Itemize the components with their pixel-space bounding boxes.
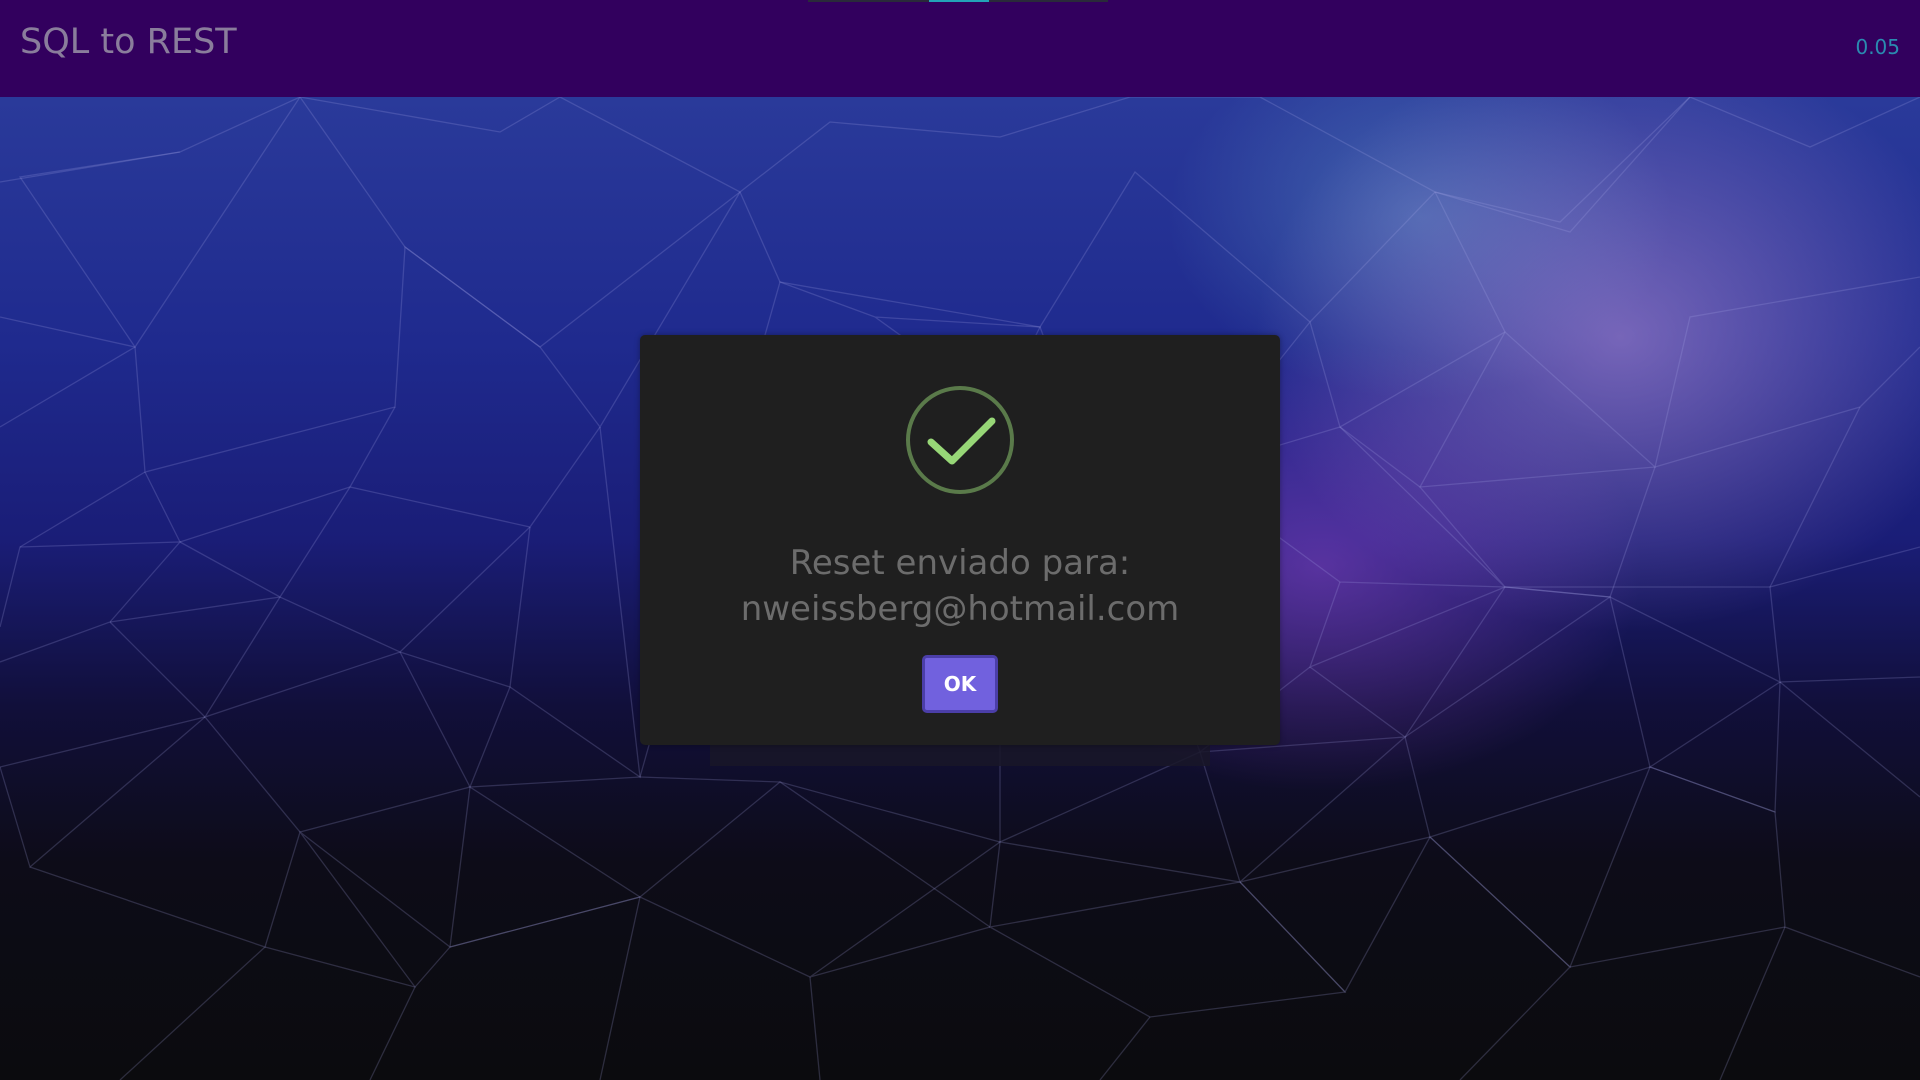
version-label: 0.05 — [1855, 35, 1900, 59]
ok-button[interactable]: OK — [922, 655, 998, 713]
success-dialog: Reset enviado para: nweissberg@hotmail.c… — [640, 335, 1280, 745]
app-title: SQL to REST — [20, 22, 237, 62]
top-bar: SQL to REST 0.05 — [0, 0, 1920, 97]
dialog-message-email: nweissberg@hotmail.com — [740, 589, 1180, 629]
dialog-message: Reset enviado para: nweissberg@hotmail.c… — [640, 540, 1280, 632]
dialog-message-line1: Reset enviado para: — [789, 543, 1131, 583]
check-circle-icon — [906, 386, 1014, 494]
top-tab-indicator — [929, 0, 989, 2]
